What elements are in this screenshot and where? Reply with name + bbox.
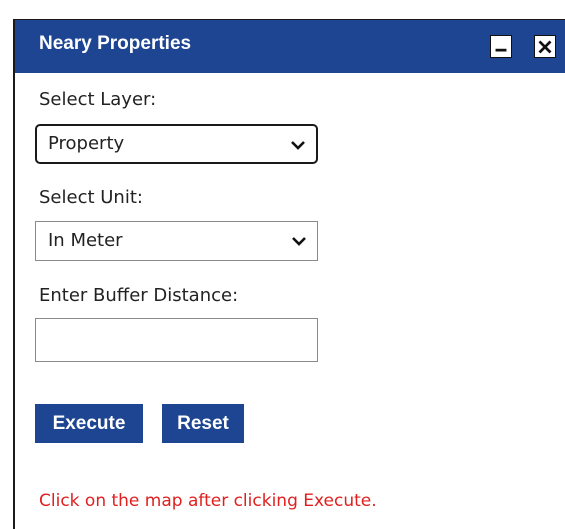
minimize-button[interactable] [490,35,512,58]
minimize-icon [495,48,507,52]
unit-select[interactable]: In Meter [35,221,318,261]
layer-select-value: Property [48,133,125,154]
close-button[interactable] [534,35,556,58]
panel-titlebar[interactable]: Neary Properties [15,20,565,73]
select-unit-label: Select Unit: [39,187,143,208]
layer-select[interactable]: Property [35,124,318,164]
chevron-down-icon [292,237,306,246]
select-layer-label: Select Layer: [39,89,157,110]
close-icon [538,40,552,54]
reset-button[interactable]: Reset [162,404,244,443]
unit-select-value: In Meter [48,230,123,251]
chevron-down-icon [291,141,305,150]
panel-title: Neary Properties [39,33,192,54]
execute-button[interactable]: Execute [35,404,143,443]
buffer-distance-input[interactable] [35,318,318,362]
buffer-distance-label: Enter Buffer Distance: [39,285,239,306]
instruction-text: Click on the map after clicking Execute. [39,491,377,511]
neary-properties-panel: Neary Properties Select Layer: Property … [13,19,565,529]
